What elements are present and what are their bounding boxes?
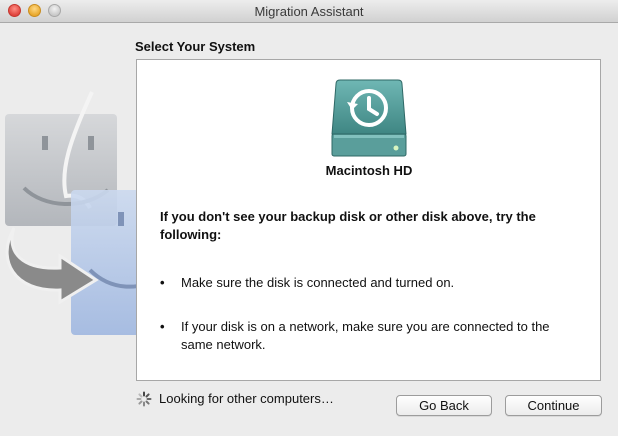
title-bar: Migration Assistant [0, 0, 618, 23]
window-title: Migration Assistant [254, 4, 364, 19]
progress-spinner-icon [136, 391, 152, 407]
status-text: Looking for other computers… [159, 391, 334, 406]
page-title: Select Your System [135, 39, 256, 54]
system-selection-list: Macintosh HD If you don't see your backu… [136, 59, 601, 381]
migration-assistant-window: Migration Assistant Select Your System M… [0, 0, 618, 436]
bullet-glyph: • [160, 319, 165, 334]
disk-item-macintosh-hd[interactable]: Macintosh HD [302, 76, 436, 186]
go-back-button[interactable]: Go Back [396, 395, 492, 416]
disk-label: Macintosh HD [325, 163, 413, 178]
help-heading: If you don't see your backup disk or oth… [160, 209, 536, 242]
time-machine-disk-icon [331, 79, 407, 157]
help-bullet-text: Make sure the disk is connected and turn… [181, 275, 455, 290]
continue-button[interactable]: Continue [505, 395, 602, 416]
bullet-glyph: • [160, 275, 165, 290]
help-bullet-text: If your disk is on a network, make sure … [181, 319, 550, 352]
